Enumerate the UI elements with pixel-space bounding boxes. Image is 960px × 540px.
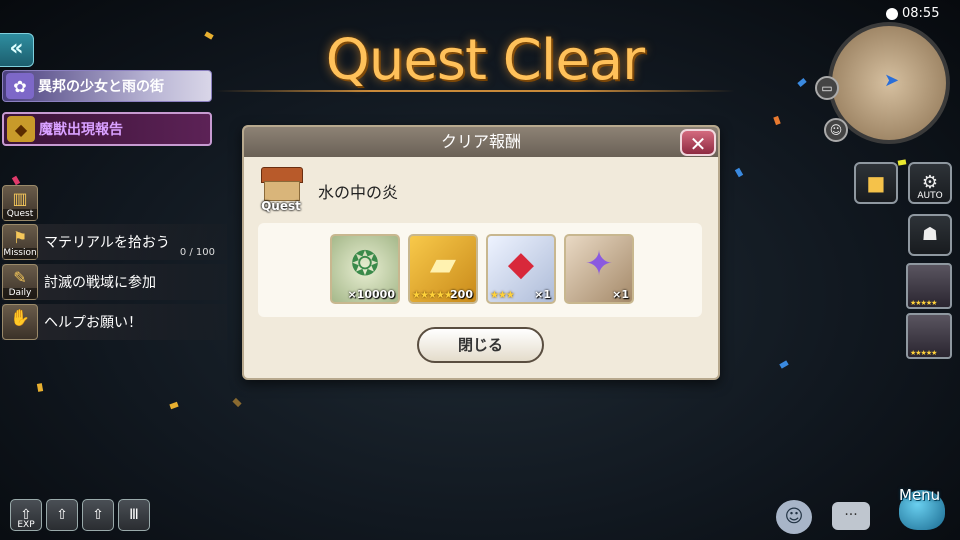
party-member-2[interactable]: ★★★★★	[906, 313, 952, 359]
handshake-icon: ✋	[2, 304, 38, 340]
red-crystal-icon: ◆	[507, 244, 535, 284]
smile-icon: ☺	[784, 506, 804, 527]
fox-icon: ◆	[7, 116, 35, 142]
emote-map-button[interactable]: ☺	[824, 118, 848, 142]
confetti	[797, 78, 807, 87]
rarity-stars-icon: ★★★★★	[910, 299, 937, 307]
auto-button[interactable]: ⚙ AUTO	[908, 162, 952, 204]
chat-bubble-icon: ···	[844, 507, 858, 523]
mission-row-daily[interactable]: ✎ Daily 討滅の戦域に参加	[2, 264, 227, 300]
face-icon: ☺	[829, 123, 843, 137]
reward-item-gem-emblem[interactable]: ✦ ×1	[564, 234, 634, 304]
reward-stars: ★★★	[490, 290, 515, 301]
reward-stars: ★★★★★	[412, 290, 453, 301]
mission-label: マテリアルを拾おう	[44, 235, 170, 251]
gold-ingot-icon: ▰	[429, 244, 457, 284]
reward-qty: ×1	[612, 288, 629, 301]
reward-qty: ×1	[534, 288, 551, 301]
mission-row-quest[interactable]: ▥ Quest	[2, 185, 227, 221]
double-chevron-left-icon: «	[9, 36, 24, 61]
beast-report-banner[interactable]: ◆ 魔獣出現報告	[2, 112, 212, 146]
confetti	[779, 360, 789, 369]
clear-reward-dialog: クリア報酬 ✕ Quest 水の中の炎 ❂ ×10000 ▰ ★★★★★ 200…	[242, 125, 720, 380]
event-banner-label: 異邦の少女と雨の街	[38, 79, 164, 95]
item-up-button[interactable]: ⇧	[82, 499, 114, 531]
coin-icon: ❂	[350, 244, 380, 284]
auto-label: AUTO	[917, 191, 943, 201]
beast-report-label: 魔獣出現報告	[39, 122, 123, 138]
chat-button[interactable]: ···	[832, 502, 870, 530]
reward-item-red-crystal[interactable]: ◆ ★★★ ×1	[486, 234, 556, 304]
quest-name: 水の中の炎	[318, 183, 399, 202]
map-toggle-button[interactable]: ▭	[815, 76, 839, 100]
reward-qty: 200	[450, 288, 473, 301]
confetti	[773, 115, 781, 126]
location-pin-icon: ➤	[884, 70, 900, 91]
map-icon: ▭	[821, 81, 833, 95]
mission-row-mission[interactable]: ⚑ Mission マテリアルを拾おう 0 / 100	[2, 224, 227, 260]
confetti	[734, 167, 744, 178]
quest-building-icon: Quest	[258, 167, 304, 213]
quest-tag: Quest	[261, 199, 301, 213]
party-icon: ☗	[921, 224, 939, 245]
close-icon: ✕	[689, 132, 707, 156]
reward-list	[258, 223, 702, 317]
up-arrow-icon: ⇧	[56, 507, 68, 523]
confetti	[232, 397, 242, 408]
mission-icon: ⚑ Mission	[2, 224, 38, 260]
party-button[interactable]: ☗	[908, 214, 952, 256]
menu-button[interactable]: Menu	[893, 480, 953, 536]
emote-button[interactable]: ☺	[776, 500, 812, 534]
confetti	[11, 175, 21, 186]
clock: 08:55	[886, 6, 939, 21]
confetti	[897, 159, 907, 166]
up-arrow-icon: ⇧	[92, 507, 104, 523]
back-button[interactable]: «	[0, 33, 34, 67]
confetti	[36, 383, 44, 392]
gem-emblem-icon: ✦	[584, 244, 614, 284]
exp-label: EXP	[17, 520, 35, 530]
menu-label: Menu	[899, 486, 941, 504]
camera-icon: ■	[866, 171, 886, 195]
confetti	[169, 401, 179, 410]
quest-clear-title: Quest Clear	[325, 28, 645, 93]
event-banner[interactable]: ✿ 異邦の少女と雨の街	[2, 70, 212, 102]
mission-label: ヘルプお願い！	[44, 315, 142, 331]
mission-row-help[interactable]: ✋ ヘルプお願い！	[2, 304, 227, 340]
mission-label: 討滅の戦域に参加	[44, 275, 156, 291]
dialog-close-x-button[interactable]: ✕	[680, 129, 716, 156]
reward-item-coin[interactable]: ❂ ×10000	[330, 234, 400, 304]
daily-icon: ✎ Daily	[2, 264, 38, 300]
dialog-header: クリア報酬	[244, 127, 718, 157]
exp-button[interactable]: ⇧ EXP	[10, 499, 42, 531]
close-button[interactable]: 閉じる	[417, 327, 544, 363]
pillar-button[interactable]: Ⅲ	[118, 499, 150, 531]
party-member-1[interactable]: ★★★★★	[906, 263, 952, 309]
clock-icon	[886, 7, 898, 20]
reward-qty: ×10000	[347, 288, 396, 301]
flower-icon: ✿	[6, 73, 34, 99]
reward-item-gold-ingot[interactable]: ▰ ★★★★★ 200	[408, 234, 478, 304]
quest-icon: ▥ Quest	[2, 185, 38, 221]
pillar-icon: Ⅲ	[129, 507, 139, 523]
confetti	[204, 31, 214, 40]
camera-button[interactable]: ■	[854, 162, 898, 204]
level-up-button[interactable]: ⇧	[46, 499, 78, 531]
clock-time: 08:55	[902, 6, 940, 21]
mission-progress: 0 / 100	[179, 247, 215, 258]
rarity-stars-icon: ★★★★★	[910, 349, 937, 357]
auto-icon: ⚙	[921, 172, 939, 193]
